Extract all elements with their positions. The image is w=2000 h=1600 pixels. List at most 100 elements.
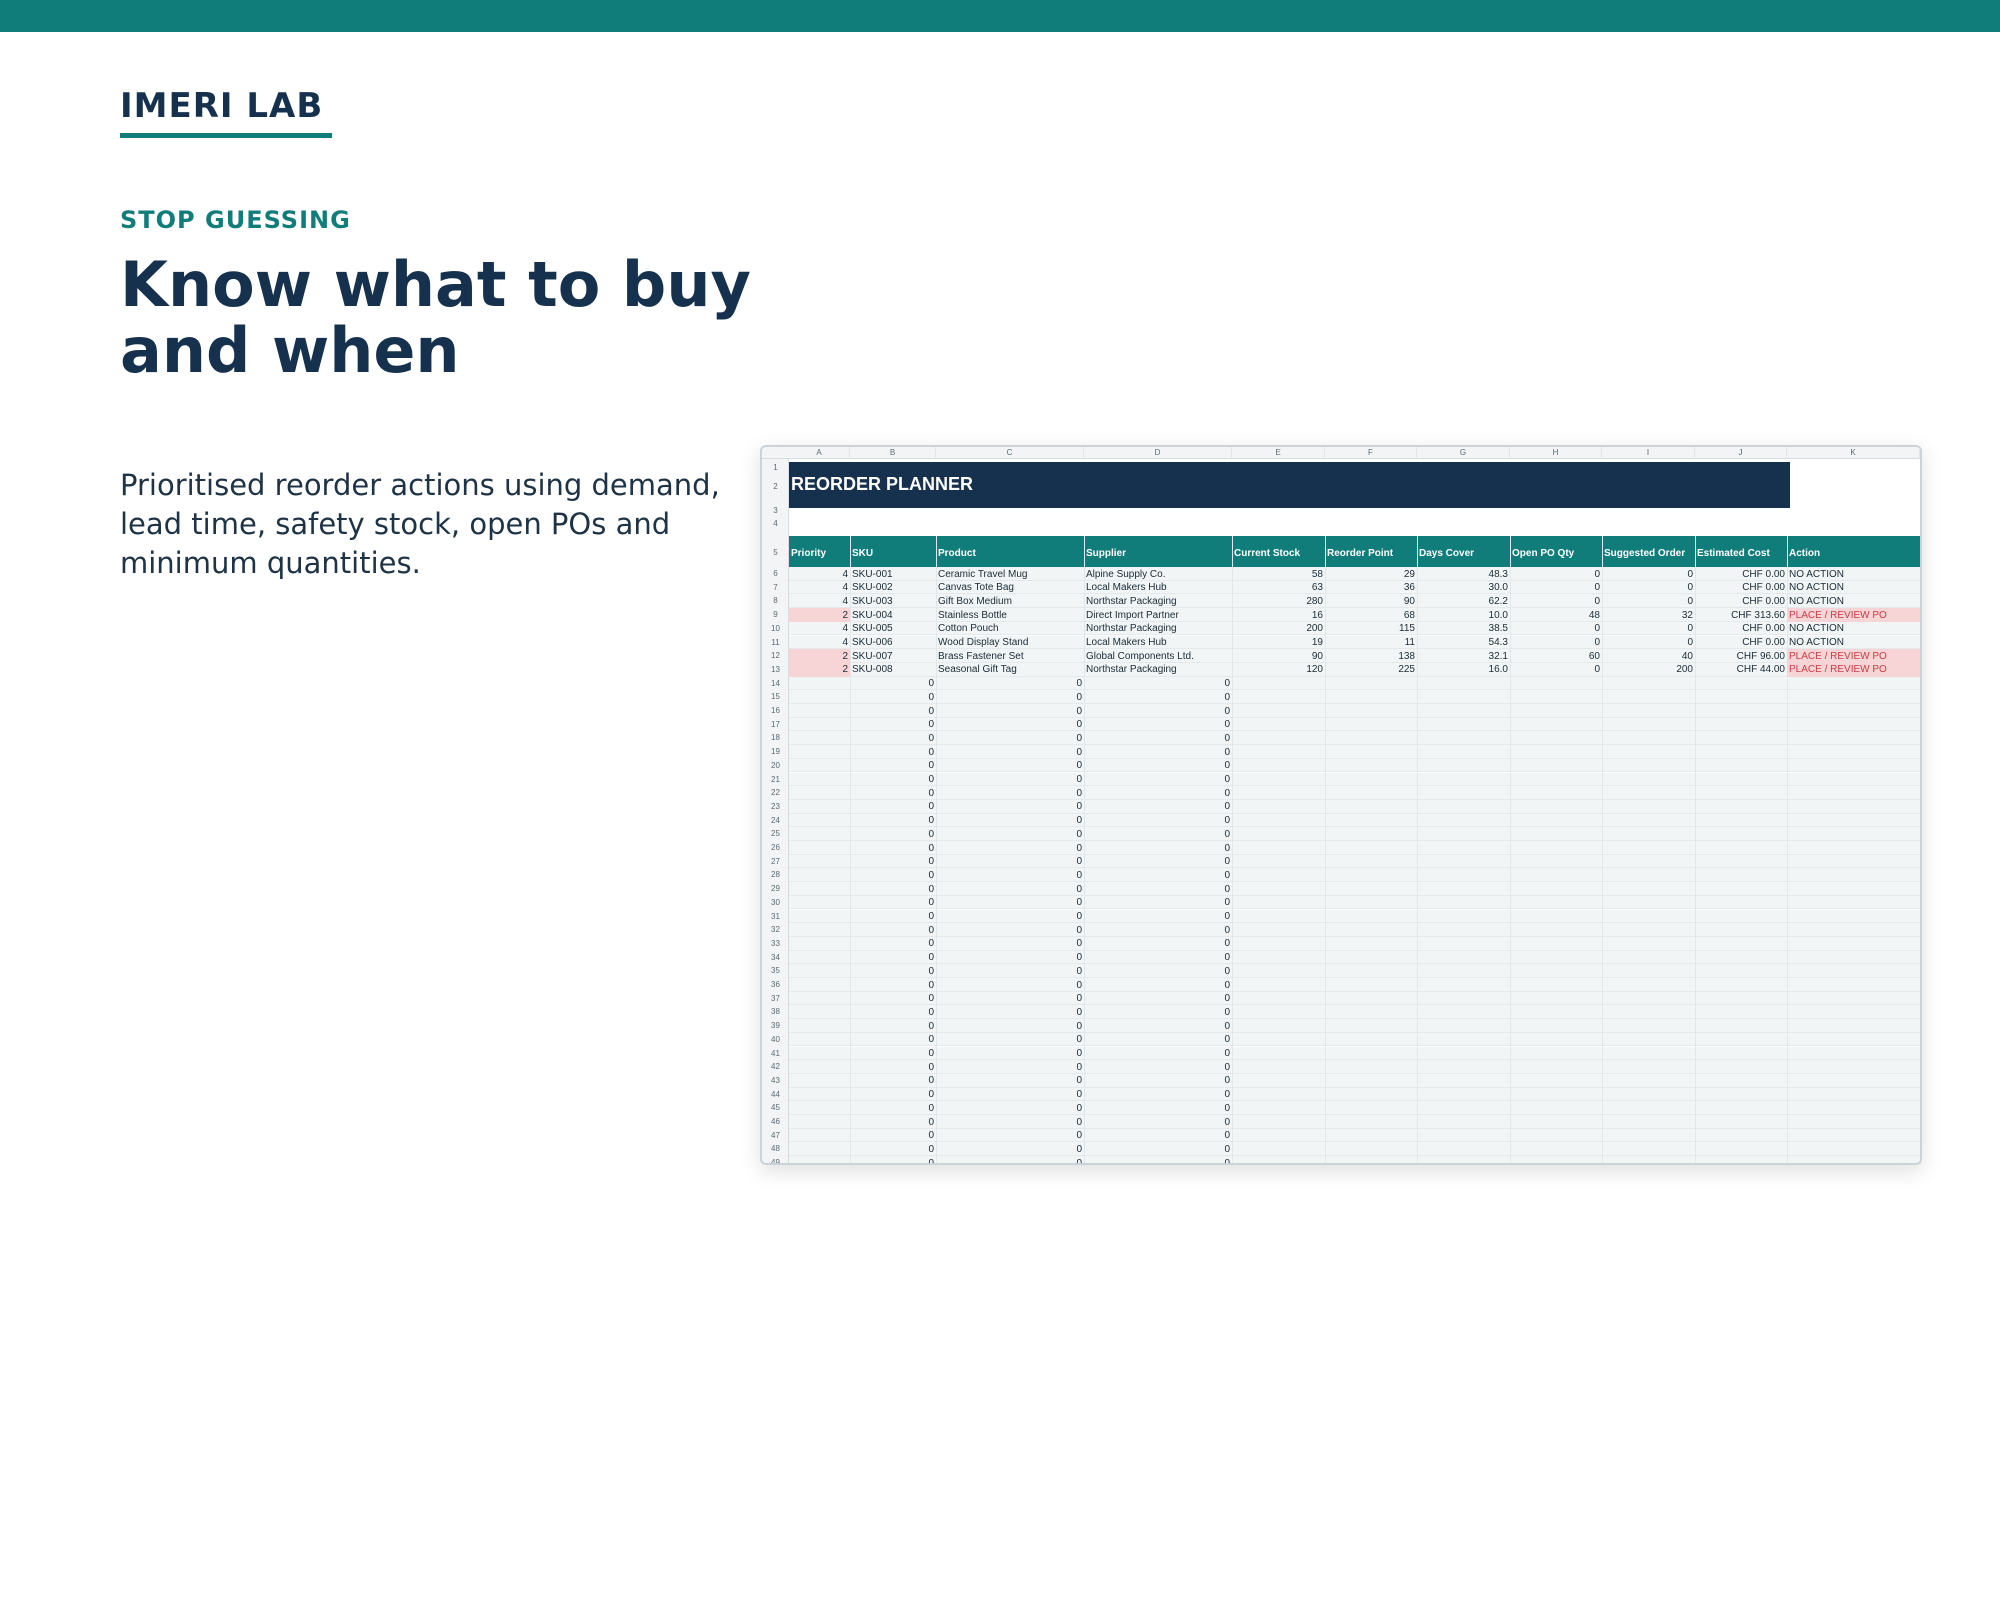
- row-number[interactable]: 34: [762, 953, 789, 962]
- empty-cell-zero[interactable]: 0: [936, 814, 1082, 827]
- row-number[interactable]: 2: [762, 482, 789, 491]
- row-number[interactable]: 43: [762, 1076, 789, 1085]
- empty-cell-zero[interactable]: 0: [850, 705, 934, 718]
- column-letter-k[interactable]: K: [1787, 447, 1920, 459]
- row-number[interactable]: 46: [762, 1117, 789, 1126]
- empty-cell-zero[interactable]: 0: [1084, 855, 1230, 868]
- cell-supplier[interactable]: Global Components Ltd.: [1086, 650, 1194, 663]
- row-number[interactable]: 27: [762, 857, 789, 866]
- empty-cell-zero[interactable]: 0: [1084, 677, 1230, 690]
- cell-open-po[interactable]: 48: [1510, 609, 1600, 622]
- row-number[interactable]: 3: [762, 506, 789, 515]
- row-number[interactable]: 48: [762, 1144, 789, 1153]
- row-number[interactable]: 31: [762, 912, 789, 921]
- empty-cell-zero[interactable]: 0: [850, 1102, 934, 1115]
- column-header-reorder-point[interactable]: Reorder Point: [1327, 548, 1393, 559]
- column-header-action[interactable]: Action: [1789, 548, 1820, 559]
- row-number[interactable]: 7: [762, 583, 789, 592]
- column-header-sku[interactable]: SKU: [852, 548, 873, 559]
- empty-cell-zero[interactable]: 0: [1084, 787, 1230, 800]
- empty-cell-zero[interactable]: 0: [850, 1143, 934, 1156]
- cell-suggested[interactable]: 0: [1602, 568, 1693, 581]
- empty-cell-zero[interactable]: 0: [936, 746, 1082, 759]
- row-number[interactable]: 33: [762, 939, 789, 948]
- cell-product[interactable]: Brass Fastener Set: [938, 650, 1024, 663]
- cell-supplier[interactable]: Direct Import Partner: [1086, 609, 1179, 622]
- empty-cell-zero[interactable]: 0: [936, 1061, 1082, 1074]
- empty-cell-zero[interactable]: 0: [850, 691, 934, 704]
- empty-cell-zero[interactable]: 0: [1084, 1074, 1230, 1087]
- empty-cell-zero[interactable]: 0: [850, 1129, 934, 1142]
- cell-stock[interactable]: 58: [1232, 568, 1323, 581]
- cell-priority[interactable]: 4: [789, 581, 848, 594]
- empty-cell-zero[interactable]: 0: [1084, 705, 1230, 718]
- cell-cost[interactable]: CHF 0.00: [1695, 595, 1785, 608]
- row-number[interactable]: 20: [762, 761, 789, 770]
- row-number[interactable]: 13: [762, 665, 789, 674]
- empty-cell-zero[interactable]: 0: [936, 1006, 1082, 1019]
- cell-days[interactable]: 16.0: [1417, 663, 1508, 676]
- empty-cell-zero[interactable]: 0: [1084, 1157, 1230, 1163]
- cell-cost[interactable]: CHF 0.00: [1695, 622, 1785, 635]
- empty-cell-zero[interactable]: 0: [1084, 691, 1230, 704]
- cell-action[interactable]: PLACE / REVIEW PO: [1789, 609, 1887, 622]
- column-header-estimated-cost[interactable]: Estimated Cost: [1697, 548, 1770, 559]
- empty-cell-zero[interactable]: 0: [850, 1061, 934, 1074]
- empty-cell-zero[interactable]: 0: [1084, 910, 1230, 923]
- cell-action[interactable]: NO ACTION: [1789, 568, 1844, 581]
- cell-cost[interactable]: CHF 313.60: [1695, 609, 1785, 622]
- cell-sku[interactable]: SKU-008: [852, 663, 893, 676]
- empty-cell-zero[interactable]: 0: [850, 773, 934, 786]
- empty-cell-zero[interactable]: 0: [936, 1047, 1082, 1060]
- empty-cell-zero[interactable]: 0: [850, 896, 934, 909]
- empty-cell-zero[interactable]: 0: [936, 1074, 1082, 1087]
- row-number[interactable]: 44: [762, 1090, 789, 1099]
- empty-cell-zero[interactable]: 0: [936, 855, 1082, 868]
- cell-days[interactable]: 48.3: [1417, 568, 1508, 581]
- empty-cell-zero[interactable]: 0: [1084, 1006, 1230, 1019]
- column-header-days-cover[interactable]: Days Cover: [1419, 548, 1474, 559]
- empty-cell-zero[interactable]: 0: [1084, 1116, 1230, 1129]
- row-number[interactable]: 39: [762, 1021, 789, 1030]
- cell-action[interactable]: NO ACTION: [1789, 636, 1844, 649]
- empty-cell-zero[interactable]: 0: [1084, 1020, 1230, 1033]
- empty-cell-zero[interactable]: 0: [936, 773, 1082, 786]
- row-number[interactable]: 36: [762, 980, 789, 989]
- empty-cell-zero[interactable]: 0: [936, 1020, 1082, 1033]
- empty-cell-zero[interactable]: 0: [1084, 951, 1230, 964]
- empty-cell-zero[interactable]: 0: [1084, 1033, 1230, 1046]
- cell-sku[interactable]: SKU-002: [852, 581, 893, 594]
- empty-cell-zero[interactable]: 0: [1084, 800, 1230, 813]
- column-header-open-po-qty[interactable]: Open PO Qty: [1512, 548, 1574, 559]
- column-header-priority[interactable]: Priority: [791, 548, 826, 559]
- cell-priority[interactable]: 4: [789, 595, 848, 608]
- empty-cell-zero[interactable]: 0: [1084, 842, 1230, 855]
- cell-product[interactable]: Ceramic Travel Mug: [938, 568, 1027, 581]
- empty-cell-zero[interactable]: 0: [1084, 1088, 1230, 1101]
- empty-cell-zero[interactable]: 0: [850, 1033, 934, 1046]
- row-number[interactable]: 5: [762, 548, 789, 557]
- empty-cell-zero[interactable]: 0: [936, 910, 1082, 923]
- empty-cell-zero[interactable]: 0: [1084, 1143, 1230, 1156]
- empty-cell-zero[interactable]: 0: [936, 828, 1082, 841]
- row-number[interactable]: 21: [762, 775, 789, 784]
- cell-priority[interactable]: 4: [789, 622, 848, 635]
- cell-days[interactable]: 30.0: [1417, 581, 1508, 594]
- cell-stock[interactable]: 16: [1232, 609, 1323, 622]
- cell-supplier[interactable]: Northstar Packaging: [1086, 663, 1177, 676]
- empty-cell-zero[interactable]: 0: [1084, 924, 1230, 937]
- cell-days[interactable]: 38.5: [1417, 622, 1508, 635]
- empty-cell-zero[interactable]: 0: [850, 992, 934, 1005]
- cell-stock[interactable]: 19: [1232, 636, 1323, 649]
- empty-cell-zero[interactable]: 0: [936, 732, 1082, 745]
- row-number[interactable]: 38: [762, 1007, 789, 1016]
- column-header-suggested-order[interactable]: Suggested Order: [1604, 548, 1685, 559]
- empty-cell-zero[interactable]: 0: [936, 800, 1082, 813]
- empty-cell-zero[interactable]: 0: [850, 732, 934, 745]
- row-number[interactable]: 6: [762, 569, 789, 578]
- row-number[interactable]: 40: [762, 1035, 789, 1044]
- cell-priority[interactable]: 4: [789, 636, 848, 649]
- row-number[interactable]: 26: [762, 843, 789, 852]
- empty-cell-zero[interactable]: 0: [850, 1157, 934, 1163]
- empty-cell-zero[interactable]: 0: [936, 951, 1082, 964]
